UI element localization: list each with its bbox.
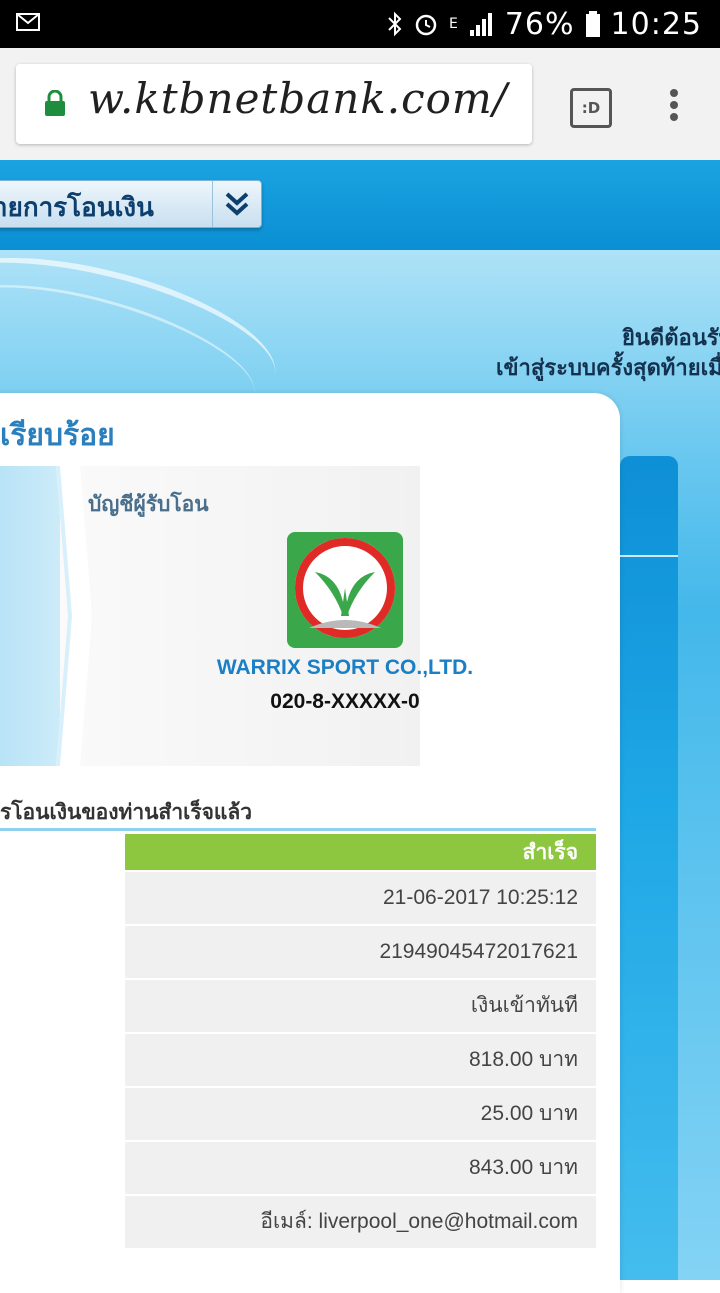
lock-icon bbox=[45, 90, 65, 116]
side-panel bbox=[620, 456, 678, 1280]
alarm-icon bbox=[415, 14, 437, 36]
status-badge: สำเร็จ bbox=[125, 834, 596, 870]
browser-toolbar: w.ktbnetbank.com/ :D bbox=[0, 48, 720, 160]
last-login-text: เข้าสู่ระบบครั้งสุดท้ายเมื่อ bbox=[496, 356, 720, 381]
bluetooth-icon bbox=[388, 11, 402, 37]
tab-switcher-button[interactable]: :D bbox=[570, 88, 612, 128]
kasikorn-bank-logo bbox=[287, 532, 403, 648]
nav-bar: ายการโอนเงิน bbox=[0, 160, 720, 250]
dropdown-label: ายการโอนเงิน bbox=[0, 193, 154, 223]
url-text: w.ktbnetbank.com/ bbox=[88, 74, 508, 123]
table-row: 818.00 บาท bbox=[125, 1034, 596, 1086]
transfer-details-table: สำเร็จ 21-06-2017 10:25:12 2194904547201… bbox=[125, 834, 596, 1250]
chevron-double-down-icon bbox=[225, 192, 249, 216]
dropdown-toggle[interactable] bbox=[212, 181, 261, 227]
signal-icon bbox=[469, 13, 492, 36]
transfer-success-message: รโอนเงินของท่านสำเร็จแล้ว bbox=[0, 800, 253, 824]
url-field[interactable]: w.ktbnetbank.com/ bbox=[16, 64, 532, 144]
battery-percent: 76% bbox=[504, 6, 575, 42]
table-row: 21-06-2017 10:25:12 bbox=[125, 872, 596, 924]
table-row: อีเมล์: liverpool_one@hotmail.com bbox=[125, 1196, 596, 1248]
mail-notification-icon bbox=[16, 13, 40, 31]
payee-name: WARRIX SPORT CO.,LTD. bbox=[216, 656, 474, 679]
recipient-label: บัญชีผู้รับโอน bbox=[88, 492, 209, 516]
table-row: 21949045472017621 bbox=[125, 926, 596, 978]
status-bar: E 76% 10:25 bbox=[0, 0, 720, 48]
transaction-type-dropdown[interactable]: ายการโอนเงิน bbox=[0, 180, 262, 228]
battery-icon bbox=[585, 11, 600, 37]
table-row: เงินเข้าทันที bbox=[125, 980, 596, 1032]
clock: 10:25 bbox=[610, 6, 702, 42]
network-type: E bbox=[448, 16, 459, 32]
page-title: เรียบร้อย bbox=[0, 418, 115, 453]
menu-kebab-icon[interactable] bbox=[666, 86, 682, 126]
table-row: 25.00 บาท bbox=[125, 1088, 596, 1140]
table-row: 843.00 บาท bbox=[125, 1142, 596, 1194]
payee-account-number: 020-8-XXXXX-0 bbox=[270, 690, 420, 713]
